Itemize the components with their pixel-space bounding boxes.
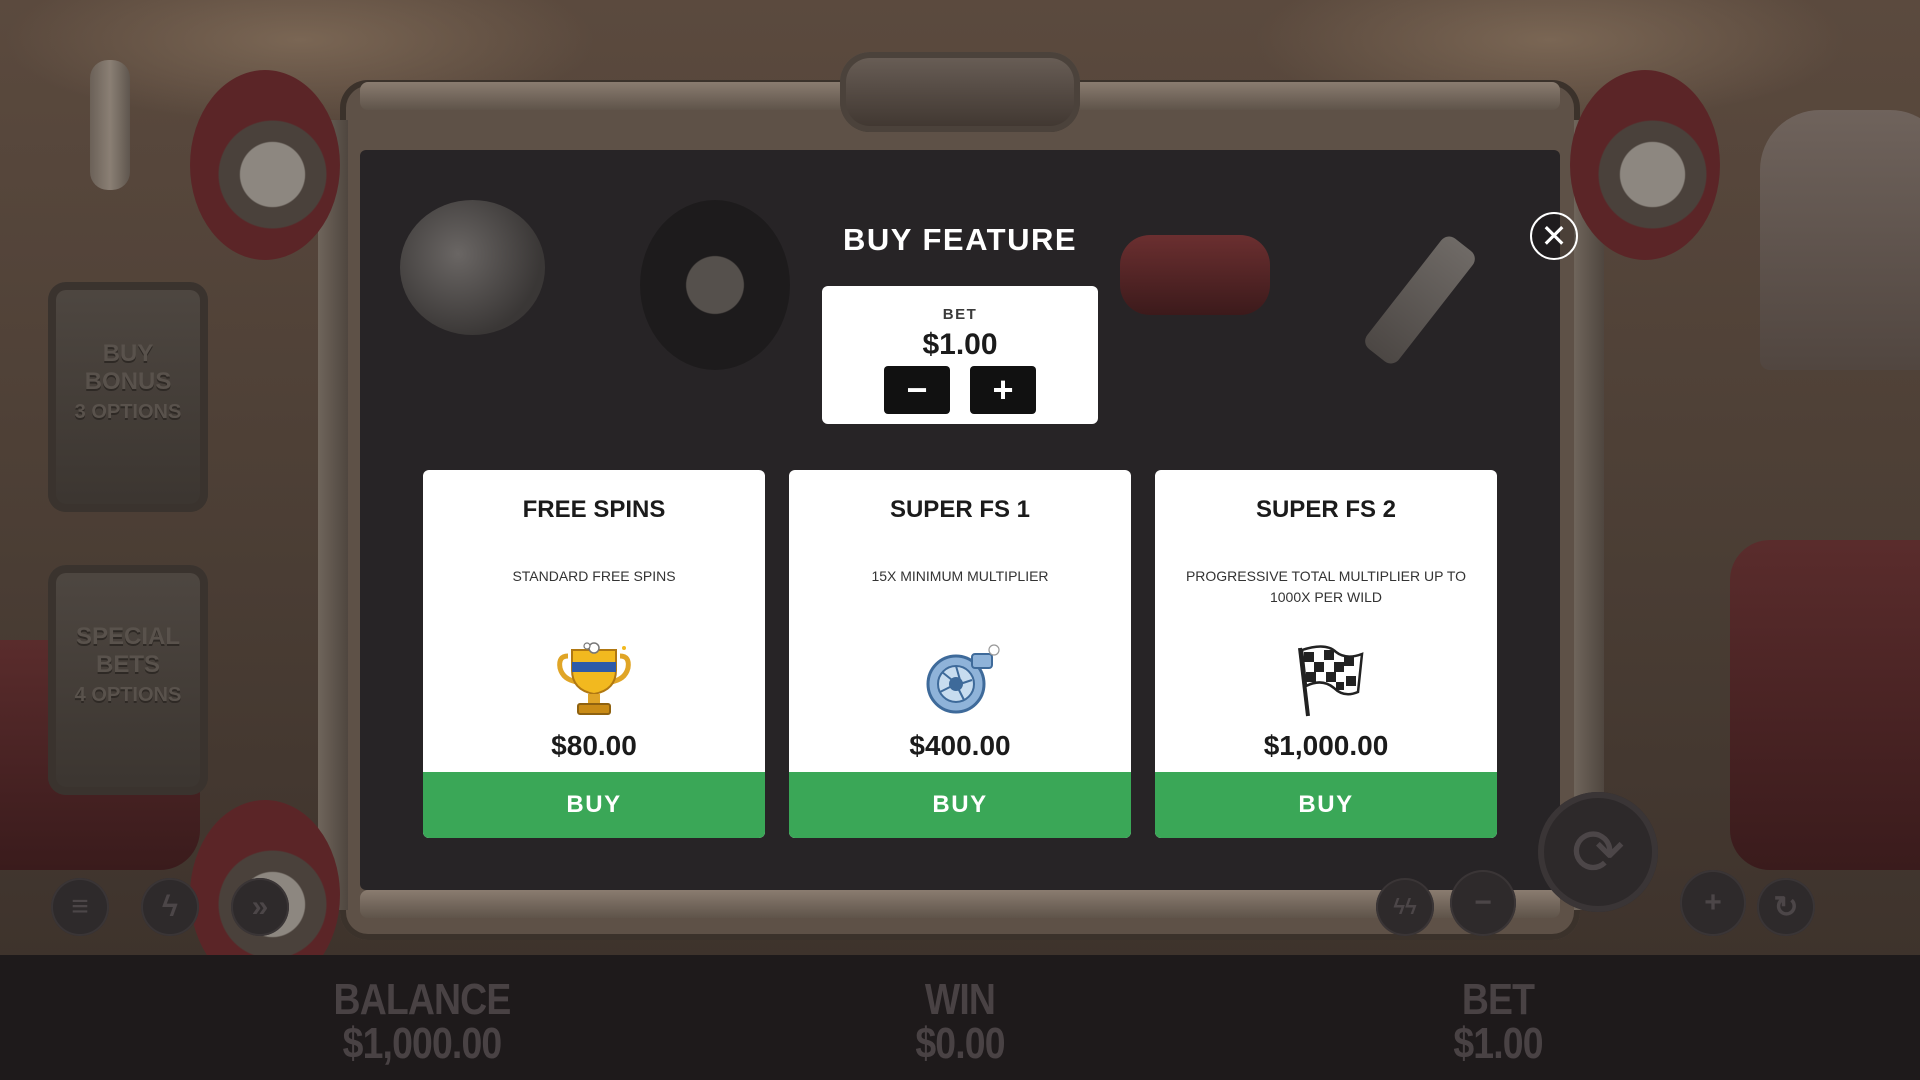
background-truck-right [1730,540,1920,870]
bet-value: $1.00 [1453,1019,1543,1068]
feature-title: SUPER FS 2 [1255,496,1397,523]
feature-description: STANDARD FREE SPINS [512,568,676,584]
special-bets-line-1: SPECIAL [75,623,180,650]
buy-super-fs-2-button[interactable]: BUY [1155,772,1497,838]
balance-display: BALANCE $1,000.00 [295,978,550,1066]
trophy-icon [554,640,634,720]
balance-label: BALANCE [333,975,512,1024]
feature-card-super-fs-2: SUPER FS 2 PROGRESSIVE TOTAL MULTIPLIER … [1155,470,1497,838]
checkered-flag-icon [1286,640,1366,720]
helmet-symbol-icon [400,200,545,335]
buy-bonus-line-1: BUY [102,340,154,367]
spin-button[interactable]: ⟳ [1538,792,1658,912]
bet-selector-value: $1.00 [922,328,998,361]
buy-bonus-panel[interactable]: BUY BONUS 3 OPTIONS [48,282,208,512]
feature-card-super-fs-1: SUPER FS 1 15X MINIMUM MULTIPLIER $400.0… [789,470,1131,838]
turbo-button[interactable]: ϟ [141,878,199,936]
background-truck-cab [1760,110,1920,370]
feature-price: $80.00 [551,730,637,761]
special-bets-line-3: 4 OPTIONS [74,684,182,706]
feature-card-free-spins: FREE SPINS STANDARD FREE SPINS $80.00 BU… [423,470,765,838]
bet-label: BET [1461,975,1535,1024]
close-button[interactable]: ✕ [1530,212,1578,260]
bet-display: BET $1.00 [1371,978,1626,1066]
buy-free-spins-button[interactable]: BUY [423,772,765,838]
fast-forward-button[interactable]: » [231,878,289,936]
increase-bet-button[interactable]: + [1680,870,1746,936]
decrease-bet-button[interactable]: − [1450,870,1516,936]
feature-description: PROGRESSIVE TOTAL MULTIPLIER UP TO 1000X… [1185,568,1467,605]
close-icon: ✕ [1540,218,1568,254]
frame-rail-left [318,120,348,910]
feature-description: 15X MINIMUM MULTIPLIER [871,568,1049,584]
win-label: WIN [924,975,996,1024]
buy-super-fs-1-button[interactable]: BUY [789,772,1131,838]
frame-grill [840,52,1080,132]
buy-bonus-line-3: 3 OPTIONS [74,401,182,423]
feature-price: $400.00 [909,730,1011,761]
modal-title: BUY FEATURE [842,222,1078,257]
feature-title: FREE SPINS [522,496,666,523]
balance-value: $1,000.00 [342,1019,503,1068]
win-value: $0.00 [915,1019,1005,1068]
menu-button[interactable]: ≡ [51,878,109,936]
background-exhaust-pipe [90,60,130,190]
frame-tire-icon [190,70,340,260]
frame-tire-icon [1570,70,1720,260]
special-bets-line-2: BETS [95,651,160,678]
bet-selector-label: BET [942,306,978,323]
quick-spin-button[interactable]: ϟϟ [1376,878,1434,936]
special-bets-panel[interactable]: SPECIAL BETS 4 OPTIONS [48,565,208,795]
win-display: WIN $0.00 [833,978,1088,1066]
feature-price: $1,000.00 [1263,730,1389,761]
turbo-icon [920,640,1000,720]
bet-decrease-button[interactable]: − [884,366,950,414]
buy-bonus-line-2: BONUS [84,368,172,395]
bet-increase-button[interactable]: + [970,366,1036,414]
autoplay-button[interactable]: ↻ [1757,878,1815,936]
bet-selector: BET $1.00 − + [822,286,1098,424]
feature-title: SUPER FS 1 [889,496,1031,523]
